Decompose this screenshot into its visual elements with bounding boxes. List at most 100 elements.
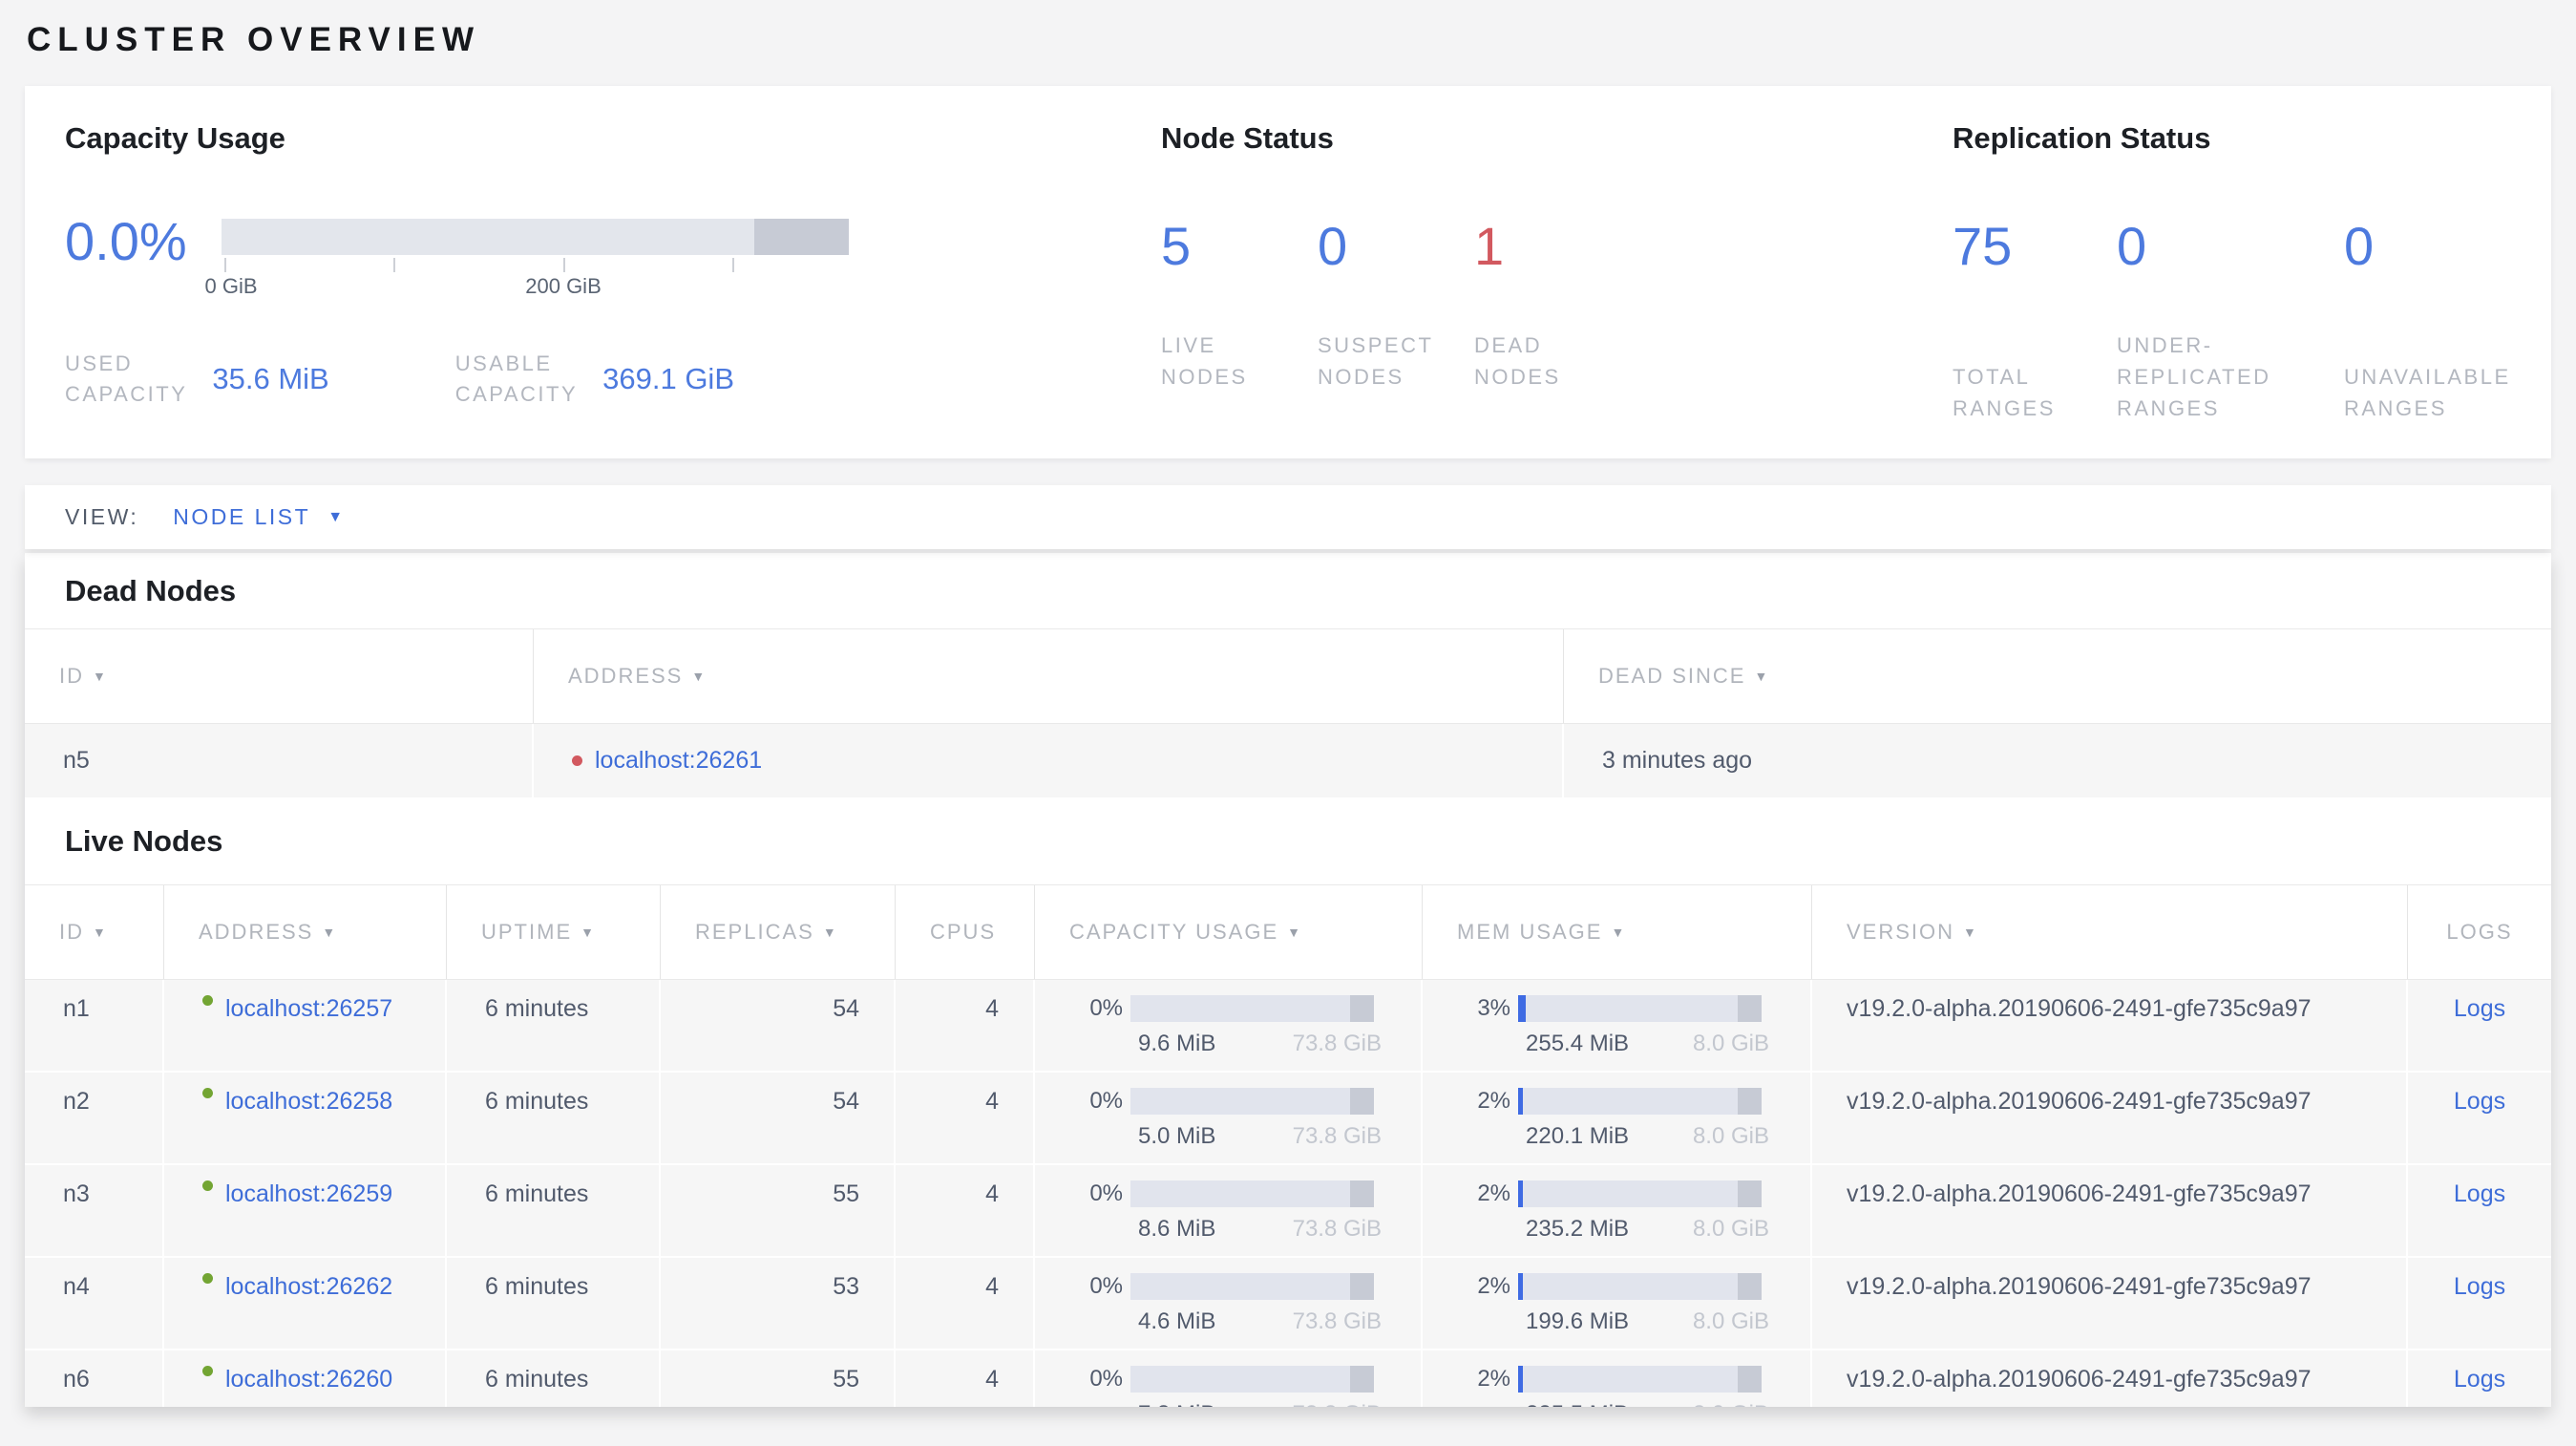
replicas-value: 53 — [833, 1273, 859, 1300]
table-row: n6 localhost:26260 6 minutes 55 4 0% 7.8… — [25, 1350, 2551, 1407]
live-col-header-id[interactable]: ID ▼ — [25, 885, 164, 979]
replicas-value: 54 — [833, 995, 859, 1022]
node-id: n4 — [63, 1273, 90, 1300]
node-address-link[interactable]: localhost:26258 — [225, 1088, 392, 1116]
live-status-dot-icon — [202, 1180, 213, 1191]
version-value: v19.2.0-alpha.20190606-2491-gfe735c9a97 — [1847, 1273, 2312, 1300]
capacity-percent: 0.0% — [65, 211, 187, 271]
live-nodes-label: LIVE NODES — [1161, 333, 1248, 389]
mem-usage-cell: 3% 255.4 MiB 8.0 GiB — [1477, 995, 1769, 1056]
sort-arrow-icon: ▼ — [1287, 925, 1302, 940]
capacity-bar-ticks — [222, 255, 849, 274]
used-capacity-label: USED CAPACITY — [65, 351, 188, 406]
dead-status-dot-icon — [572, 755, 582, 766]
node-address-link[interactable]: localhost:26262 — [225, 1273, 392, 1301]
live-status-dot-icon — [202, 995, 213, 1006]
capacity-usage-section: Capacity Usage 0.0% 0 GiB 200 GiB USED C… — [65, 122, 1161, 458]
live-col-header-logs: LOGS — [2446, 920, 2513, 944]
node-address-link[interactable]: localhost:26259 — [225, 1180, 392, 1208]
total-ranges-count: 75 — [1953, 216, 2013, 276]
dead-since-value: 3 minutes ago — [1602, 747, 1753, 774]
replication-status-title: Replication Status — [1953, 121, 2211, 155]
sort-arrow-icon: ▼ — [691, 669, 707, 684]
live-nodes-table-header: ID ▼ ADDRESS ▼ UPTIME ▼ REPLICAS ▼ CPUS CAPA… — [25, 884, 2551, 980]
capacity-usage-chart: 0.0% 0 GiB 200 GiB — [65, 215, 1161, 299]
tick-mark — [393, 258, 395, 272]
cpus-value: 4 — [985, 1088, 999, 1115]
sort-arrow-icon: ▼ — [581, 925, 596, 940]
used-capacity-value: 35.6 MiB — [212, 362, 329, 395]
cpus-value: 4 — [985, 1273, 999, 1300]
dead-col-header-address[interactable]: ADDRESS ▼ — [534, 629, 1564, 723]
table-row: n3 localhost:26259 6 minutes 55 4 0% 8.6… — [25, 1165, 2551, 1256]
mem-usage-cell: 2% 235.2 MiB 8.0 GiB — [1477, 1180, 1769, 1242]
tick-mark — [563, 258, 565, 272]
sort-arrow-icon: ▼ — [93, 669, 108, 684]
under-replicated-ranges-count: 0 — [2117, 216, 2147, 276]
capacity-bar-endcap — [754, 219, 849, 255]
logs-link[interactable]: Logs — [2454, 1088, 2505, 1116]
sort-arrow-icon: ▼ — [1963, 925, 1978, 940]
cpus-value: 4 — [985, 1180, 999, 1207]
capacity-bar-tick-labels: 0 GiB 200 GiB — [204, 274, 849, 299]
node-id: n5 — [63, 747, 90, 774]
node-address-link[interactable]: localhost:26260 — [225, 1366, 392, 1393]
node-id: n1 — [63, 995, 90, 1022]
capacity-minibar — [1130, 1180, 1374, 1207]
view-bar: VIEW: NODE LIST ▼ — [25, 485, 2551, 549]
replication-status-section: Replication Status 75 0 0 TOTAL RANGES U… — [1953, 122, 2551, 458]
live-col-header-address[interactable]: ADDRESS ▼ — [164, 885, 447, 979]
node-id: n2 — [63, 1088, 90, 1115]
version-value: v19.2.0-alpha.20190606-2491-gfe735c9a97 — [1847, 1366, 2312, 1393]
live-col-header-cpus: CPUS — [896, 885, 1035, 979]
dead-col-header-dead-since[interactable]: DEAD SINCE ▼ — [1564, 629, 2551, 723]
cpus-value: 4 — [985, 995, 999, 1022]
live-status-dot-icon — [202, 1273, 213, 1284]
memory-minibar — [1518, 1273, 1762, 1300]
node-status-section: Node Status 5 0 1 LIVE NODES SUSPECT NOD… — [1161, 122, 1953, 458]
live-nodes-table: ID ▼ ADDRESS ▼ UPTIME ▼ REPLICAS ▼ CPUS CAPA… — [25, 884, 2551, 1407]
capacity-bar-track — [222, 219, 849, 255]
dead-nodes-heading: Dead Nodes — [65, 574, 237, 607]
sort-arrow-icon: ▼ — [1611, 925, 1627, 940]
usable-capacity-label: USABLE CAPACITY — [454, 351, 579, 406]
node-status-title: Node Status — [1161, 121, 1334, 155]
logs-link[interactable]: Logs — [2454, 1180, 2505, 1208]
logs-link[interactable]: Logs — [2454, 1366, 2505, 1393]
capacity-minibar — [1130, 1366, 1374, 1393]
mem-usage-cell: 2% 225.5 MiB8.0 GiB — [1423, 1366, 1769, 1407]
logs-link[interactable]: Logs — [2454, 1273, 2505, 1301]
replication-counts: 75 0 0 — [1953, 217, 2551, 276]
uptime-value: 6 minutes — [485, 995, 589, 1022]
live-col-header-capacity-usage[interactable]: CAPACITY USAGE ▼ — [1035, 885, 1423, 979]
live-status-dot-icon — [202, 1366, 213, 1376]
dead-nodes-label: DEAD NODES — [1474, 333, 1561, 389]
live-col-header-uptime[interactable]: UPTIME ▼ — [447, 885, 661, 979]
node-address-link[interactable]: localhost:26261 — [595, 747, 762, 775]
capacity-usage-cell: 0% 8.6 MiB 73.8 GiB — [1089, 1180, 1382, 1242]
sort-arrow-icon: ▼ — [93, 925, 108, 940]
capacity-minibar — [1130, 995, 1374, 1022]
usable-capacity-value: 369.1 GiB — [602, 362, 734, 395]
view-mode-dropdown[interactable]: NODE LIST ▼ — [173, 504, 345, 530]
live-col-header-replicas[interactable]: REPLICAS ▼ — [661, 885, 896, 979]
uptime-value: 6 minutes — [485, 1180, 589, 1207]
under-replicated-ranges-label: UNDER- REPLICATED RANGES — [2117, 333, 2271, 420]
logs-link[interactable]: Logs — [2454, 995, 2505, 1023]
suspect-nodes-label: SUSPECT NODES — [1318, 333, 1434, 389]
node-id: n3 — [63, 1180, 90, 1207]
live-col-header-mem-usage[interactable]: MEM USAGE ▼ — [1423, 885, 1812, 979]
live-col-header-version[interactable]: VERSION ▼ — [1812, 885, 2408, 979]
live-nodes-heading: Live Nodes — [65, 824, 223, 858]
total-ranges-label: TOTAL RANGES — [1953, 365, 2056, 420]
capacity-bar: 0 GiB 200 GiB — [204, 219, 849, 299]
node-address-link[interactable]: localhost:26257 — [225, 995, 392, 1023]
uptime-value: 6 minutes — [485, 1088, 589, 1115]
capacity-usage-cell: 0% 7.8 MiB73.8 GiB — [1035, 1366, 1382, 1407]
suspect-nodes-count: 0 — [1318, 216, 1348, 276]
tick-label-200: 200 GiB — [525, 274, 602, 298]
version-value: v19.2.0-alpha.20190606-2491-gfe735c9a97 — [1847, 995, 2312, 1022]
memory-minibar — [1518, 1180, 1762, 1207]
dead-col-header-id[interactable]: ID ▼ — [25, 629, 534, 723]
capacity-minibar — [1130, 1088, 1374, 1115]
